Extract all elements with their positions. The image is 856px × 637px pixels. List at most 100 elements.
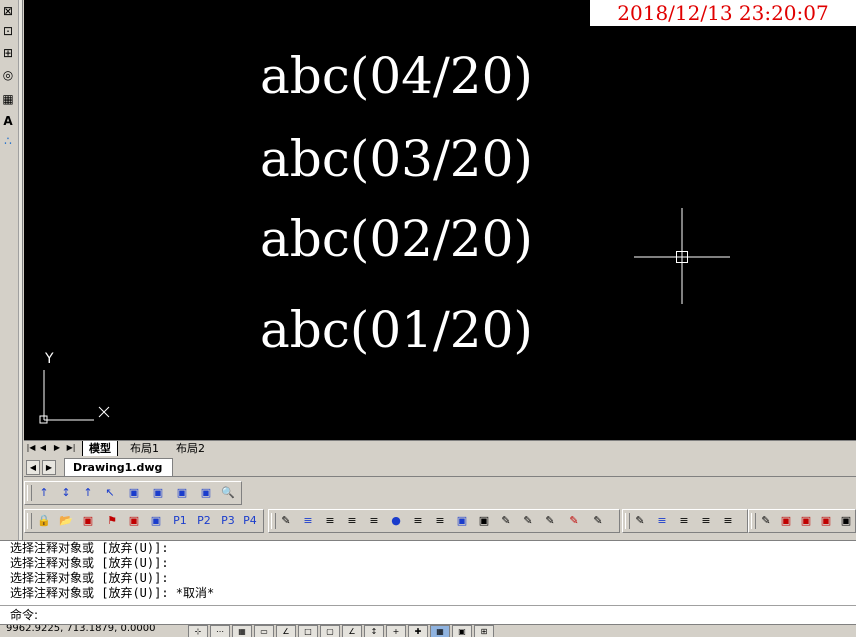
qp-toggle[interactable]: ✚	[408, 625, 428, 637]
layer-merge-icon[interactable]: ✎	[497, 512, 515, 530]
lock-icon[interactable]: 🔒	[35, 512, 53, 530]
history-line: 选择注释对象或 [放弃(U)]: *取消*	[10, 586, 215, 600]
workspace-toggle[interactable]: ⊞	[474, 625, 494, 637]
light-bulb-icon[interactable]: ●	[387, 512, 405, 530]
doc-tab-drawing1[interactable]: Drawing1.dwg	[64, 458, 174, 476]
zoom-realtime-icon[interactable]: ↑	[79, 484, 97, 502]
doc-next-button[interactable]: ▶	[42, 460, 56, 475]
hatch-icon[interactable]: ⊠	[1, 4, 15, 19]
layer-stack-icon[interactable]: ≡	[675, 512, 693, 530]
folder-open-icon[interactable]: 📂	[57, 512, 75, 530]
drawing-text-04[interactable]: abc(04/20)	[260, 48, 533, 104]
zoom-scale-icon[interactable]: ▣	[173, 484, 191, 502]
layer-copy-icon[interactable]: ✎	[589, 512, 607, 530]
drawing-text-02[interactable]: abc(02/20)	[260, 211, 533, 267]
region-icon[interactable]: ⊡	[1, 24, 15, 39]
layer-unlock-icon[interactable]: ▣	[475, 512, 493, 530]
ducs-toggle[interactable]: ▢	[320, 625, 340, 637]
extra-toolbar: ✎ ▣ ▣ ▣ ▣	[748, 509, 856, 533]
polar-toggle[interactable]: ▭	[254, 625, 274, 637]
pan-up-icon[interactable]: ↑	[35, 484, 53, 502]
zoom-magnifier-icon[interactable]: 🔍	[219, 484, 237, 502]
otrack-toggle[interactable]: □	[298, 625, 318, 637]
zoom-previous-icon[interactable]: ↖	[101, 484, 119, 502]
drawing-text-01[interactable]: abc(01/20)	[260, 302, 533, 358]
layout-tab-bar: |◀ ◀ ▶ ▶| 模型 布局1 布局2	[24, 440, 856, 457]
command-history: 选择注释对象或 [放弃(U)]: 选择注释对象或 [放弃(U)]: 选择注释对象…	[0, 540, 856, 605]
paste-icon[interactable]: ▣	[147, 512, 165, 530]
tpy-toggle[interactable]: +	[386, 625, 406, 637]
last-layout-button[interactable]: ▶|	[66, 442, 76, 454]
layer-manager-icon[interactable]: ≡	[653, 512, 671, 530]
ucs-y-label: Y	[45, 351, 54, 367]
layer-delete-icon[interactable]: ✎	[519, 512, 537, 530]
layer-previous-icon[interactable]: ≡	[343, 512, 361, 530]
am-toggle[interactable]: ▣	[452, 625, 472, 637]
history-line: 选择注释对象或 [放弃(U)]:	[10, 541, 169, 555]
layer-match-icon[interactable]: ✎	[541, 512, 559, 530]
tab-layout1[interactable]: 布局1	[124, 441, 165, 456]
boundary-icon[interactable]: ⊞	[1, 46, 15, 61]
layer-list-icon[interactable]: ≡	[697, 512, 715, 530]
osnap-toggle[interactable]: ∠	[276, 625, 296, 637]
command-line[interactable]: 命令:	[0, 605, 856, 624]
layer-toolbar: 🔒 📂 ▣ ⚑ ▣ ▣ P1 P2 P3 P4	[24, 509, 264, 533]
fill-tool-icon[interactable]: ▣	[797, 512, 815, 530]
zoom-dynamic-icon[interactable]: ▣	[149, 484, 167, 502]
layer-filter-icon[interactable]: ≡	[719, 512, 737, 530]
tab-layout2[interactable]: 布局2	[170, 441, 211, 456]
toolbar-grip[interactable]	[625, 513, 630, 529]
lwt-toggle[interactable]: ↕	[364, 625, 384, 637]
p4-button[interactable]: P4	[241, 512, 259, 530]
brush-tool-icon[interactable]: ▣	[817, 512, 835, 530]
ortho-toggle[interactable]: ▦	[232, 625, 252, 637]
p3-button[interactable]: P3	[219, 512, 237, 530]
drawing-canvas[interactable]: 2018/12/13 23:20:07 abc(04/20) abc(03/20…	[24, 0, 856, 440]
timestamp-display: 2018/12/13 23:20:07	[590, 0, 856, 26]
p1-button[interactable]: P1	[171, 512, 189, 530]
layer-properties-icon[interactable]: ≡	[299, 512, 317, 530]
layer-lock-icon[interactable]: ▣	[453, 512, 471, 530]
tab-model[interactable]: 模型	[82, 441, 118, 456]
drawing-text-03[interactable]: abc(03/20)	[260, 131, 533, 187]
toolbar-grip[interactable]	[271, 513, 276, 529]
layer-isolate-icon[interactable]: ▣	[79, 512, 97, 530]
toolbar-grip[interactable]	[27, 513, 32, 529]
match-properties-icon[interactable]: ✎	[277, 512, 295, 530]
next-layout-button[interactable]: ▶	[52, 442, 62, 454]
flag-icon[interactable]: ⚑	[103, 512, 121, 530]
snap-toggle[interactable]: ⊹	[188, 625, 208, 637]
multiline-text-icon[interactable]: A	[1, 114, 15, 129]
dyn-toggle[interactable]: ∠	[342, 625, 362, 637]
palette-separator	[18, 0, 22, 540]
marker-tool-icon[interactable]: ▣	[837, 512, 855, 530]
status-bar: 9962.9225, 713.1879, 0.0000 ⊹ ⋯ ▦ ▭ ∠ □ …	[0, 624, 856, 637]
zoom-center-icon[interactable]: ▣	[197, 484, 215, 502]
history-line: 选择注释对象或 [放弃(U)]:	[10, 571, 169, 585]
wipeout-icon[interactable]: ◎	[1, 68, 15, 83]
prev-layout-button[interactable]: ◀	[38, 442, 48, 454]
layer-tools-toolbar: ✎ ≡ ≡ ≡ ≡	[622, 509, 748, 533]
layer-freeze-icon[interactable]: ▣	[125, 512, 143, 530]
edit-tool-icon[interactable]: ✎	[757, 512, 775, 530]
p2-button[interactable]: P2	[195, 512, 213, 530]
paint-tool-icon[interactable]: ▣	[777, 512, 795, 530]
toolbar-grip[interactable]	[751, 513, 756, 529]
layer-states-icon[interactable]: ≡	[321, 512, 339, 530]
layer-change-icon[interactable]: ✎	[565, 512, 583, 530]
layer-on-icon[interactable]: ≡	[431, 512, 449, 530]
layer-tool-icon[interactable]: ✎	[631, 512, 649, 530]
toolbar-grip[interactable]	[27, 485, 32, 501]
sc-toggle[interactable]: ▦	[430, 625, 450, 637]
first-layout-button[interactable]: |◀	[26, 442, 36, 454]
layer-off-icon[interactable]: ≡	[409, 512, 427, 530]
coordinate-readout: 9962.9225, 713.1879, 0.0000	[6, 624, 156, 634]
pan-icon[interactable]: ↕	[57, 484, 75, 502]
properties-toolbar: ✎ ≡ ≡ ≡ ≡ ● ≡ ≡ ▣ ▣ ✎ ✎ ✎ ✎ ✎	[268, 509, 620, 533]
add-selected-icon[interactable]: ∴	[1, 134, 15, 149]
doc-prev-button[interactable]: ◀	[26, 460, 40, 475]
grid-toggle[interactable]: ⋯	[210, 625, 230, 637]
table-icon[interactable]: ▦	[1, 92, 15, 107]
zoom-window-icon[interactable]: ▣	[125, 484, 143, 502]
layer-walk-icon[interactable]: ≡	[365, 512, 383, 530]
